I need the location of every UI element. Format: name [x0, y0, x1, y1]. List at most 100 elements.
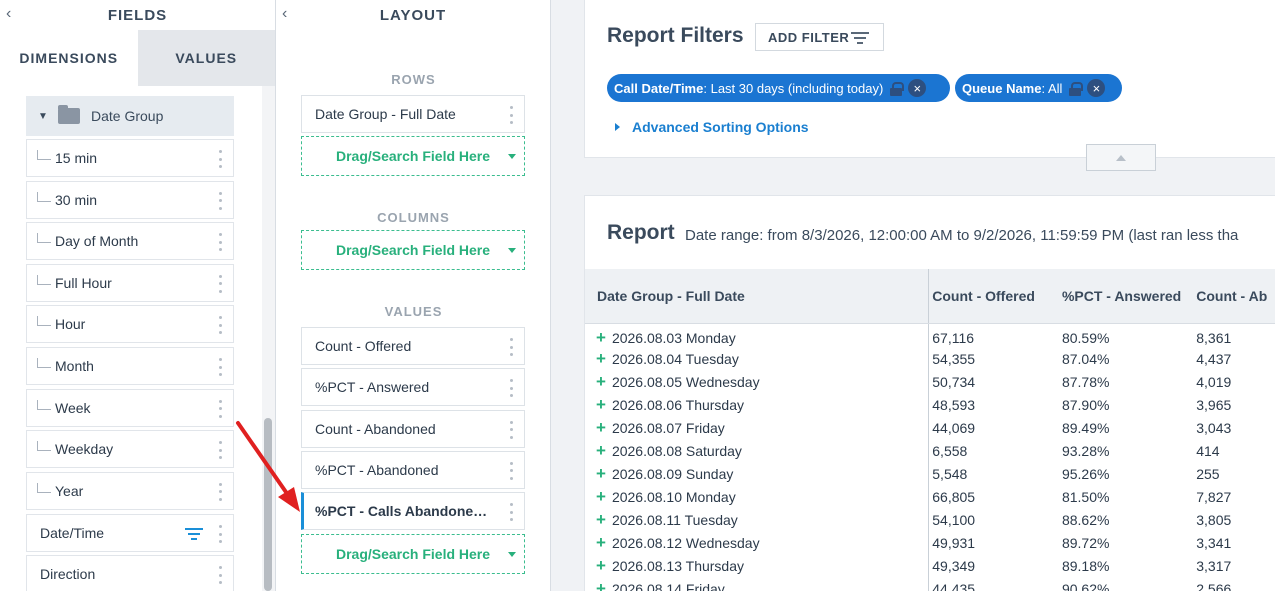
field-list: ▼ Date Group 15 min 30 min Day of Month Ful… [0, 86, 262, 591]
drag-handle-icon[interactable] [219, 399, 223, 418]
drag-handle-icon[interactable] [219, 482, 223, 501]
drag-handle-icon[interactable] [219, 358, 223, 376]
table-cell: 44,069 [932, 420, 976, 436]
collapse-filters-button[interactable] [1086, 144, 1156, 171]
expand-row-icon[interactable]: + [596, 487, 606, 506]
value-slot[interactable]: %PCT - Calls Abandoned af... [301, 492, 525, 531]
expand-row-icon[interactable]: + [596, 556, 606, 575]
caret-down-icon[interactable]: ▼ [38, 111, 48, 122]
column-header[interactable]: %PCT - Answered [1058, 269, 1194, 324]
lock-icon[interactable] [1069, 81, 1084, 96]
table-cell: 95.26% [1061, 466, 1110, 482]
drag-handle-icon[interactable] [510, 379, 514, 398]
tab-dimensions[interactable]: DIMENSIONS [0, 30, 138, 86]
field-label: Day of Month [55, 233, 139, 250]
filter-active-icon[interactable] [185, 528, 203, 540]
field-item[interactable]: Weekday [26, 430, 234, 469]
table-row: +2026.08.04 Tuesday 54,355 87.04% 4,437 [585, 347, 1275, 371]
expand-row-icon[interactable]: + [596, 579, 606, 591]
tab-values[interactable]: VALUES [137, 30, 275, 86]
dropdown-arrow-icon[interactable] [508, 154, 516, 159]
report-title: Report [607, 221, 675, 244]
table-cell: +2026.08.05 Wednesday [585, 370, 930, 394]
field-item-direction[interactable]: Direction [26, 555, 234, 591]
value-slot[interactable]: %PCT - Answered [301, 368, 525, 407]
drag-handle-icon[interactable] [219, 191, 223, 210]
rows-drop-zone[interactable]: Drag/Search Field Here [301, 136, 525, 176]
lock-icon[interactable] [890, 81, 905, 96]
table-row: +2026.08.11 Tuesday 54,100 88.62% 3,805 [585, 508, 1275, 532]
table-cell: 3,043 [1196, 420, 1232, 436]
value-slot[interactable]: Count - Abandoned [301, 409, 525, 448]
expand-row-icon[interactable]: + [596, 418, 606, 437]
fields-header: ‹ FIELDS [0, 0, 275, 30]
expand-row-icon[interactable]: + [596, 464, 606, 483]
drag-handle-icon[interactable] [510, 338, 514, 356]
chip-name: Call Date/Time [614, 80, 704, 96]
row-label: 2026.08.13 Thursday [611, 558, 745, 574]
expand-row-icon[interactable]: + [596, 533, 606, 552]
table-cell: 4,019 [1196, 374, 1232, 390]
value-slot[interactable]: %PCT - Abandoned [301, 450, 525, 489]
add-filter-button[interactable]: ADD FILTER [755, 23, 884, 51]
dropdown-arrow-icon[interactable] [508, 552, 516, 557]
table-cell: 87.90% [1061, 397, 1110, 413]
drag-handle-icon[interactable] [510, 420, 514, 439]
table-row: +2026.08.13 Thursday 49,349 89.18% 3,317 [585, 554, 1275, 578]
remove-filter-icon[interactable]: × [908, 79, 927, 97]
field-item[interactable]: Day of Month [26, 222, 234, 261]
chip-name: Queue Name [962, 80, 1042, 96]
remove-filter-icon[interactable]: × [1087, 79, 1106, 97]
drag-handle-icon[interactable] [219, 233, 223, 252]
field-item[interactable]: Year [26, 471, 234, 510]
field-item[interactable]: Week [26, 388, 234, 427]
expand-row-icon[interactable]: + [596, 510, 606, 529]
field-item[interactable]: Month [26, 347, 234, 385]
field-item[interactable]: Full Hour [26, 263, 234, 302]
dropdown-arrow-icon[interactable] [508, 248, 516, 253]
field-item[interactable]: Hour [26, 305, 234, 344]
field-group-date-group[interactable]: ▼ Date Group [26, 96, 234, 136]
drag-handle-icon[interactable] [219, 525, 223, 543]
value-slot-label: Count - Offered [315, 338, 412, 354]
expand-row-icon[interactable]: + [596, 441, 606, 460]
drag-handle-icon[interactable] [510, 461, 514, 480]
row-slot[interactable]: Date Group - Full Date [301, 95, 525, 133]
row-label: 2026.08.06 Thursday [611, 397, 745, 413]
table-cell: 4,437 [1196, 351, 1232, 367]
drag-handle-icon[interactable] [219, 316, 223, 335]
table-row: +2026.08.12 Wednesday 49,931 89.72% 3,341 [585, 531, 1275, 555]
expand-row-icon[interactable]: + [596, 349, 606, 368]
filter-chip-queue-name[interactable]: Queue Name : All × [955, 74, 1122, 102]
drag-handle-icon[interactable] [219, 274, 223, 293]
advanced-sorting-toggle[interactable]: Advanced Sorting Options [615, 119, 809, 135]
field-label: Year [55, 482, 84, 499]
table-cell: 414 [1196, 443, 1220, 459]
drag-handle-icon[interactable] [219, 441, 223, 460]
field-item[interactable]: 30 min [26, 180, 234, 219]
field-item[interactable]: 15 min [26, 139, 234, 177]
table-cell: 3,965 [1196, 397, 1232, 413]
column-header[interactable]: Count - Ab [1193, 269, 1275, 324]
expand-row-icon[interactable]: + [596, 372, 606, 391]
field-item-date-time[interactable]: Date/Time [26, 514, 234, 552]
drag-handle-icon[interactable] [510, 503, 514, 522]
drag-handle-icon[interactable] [219, 150, 223, 168]
drag-handle-icon[interactable] [219, 566, 223, 584]
columns-drop-zone[interactable]: Drag/Search Field Here [301, 230, 525, 270]
values-drop-zone[interactable]: Drag/Search Field Here [301, 534, 525, 574]
rows-section-title: ROWS [391, 72, 436, 87]
column-header[interactable]: Date Group - Full Date [585, 269, 930, 324]
fields-title: FIELDS [107, 6, 168, 24]
drag-handle-icon[interactable] [510, 106, 514, 124]
expand-row-icon[interactable]: + [596, 395, 606, 414]
field-label: Hour [55, 316, 86, 333]
value-slot-label: %PCT - Calls Abandoned af... [315, 503, 495, 520]
collapse-layout-icon[interactable]: ‹ [282, 6, 296, 22]
collapse-fields-icon[interactable]: ‹ [6, 6, 20, 22]
filter-chip-call-date[interactable]: Call Date/Time : Last 30 days (including… [607, 74, 950, 102]
table-cell: 6,558 [932, 443, 968, 459]
value-slot[interactable]: Count - Offered [301, 327, 525, 365]
expand-row-icon[interactable]: + [596, 328, 606, 347]
column-header[interactable]: Count - Offered [928, 269, 1059, 324]
